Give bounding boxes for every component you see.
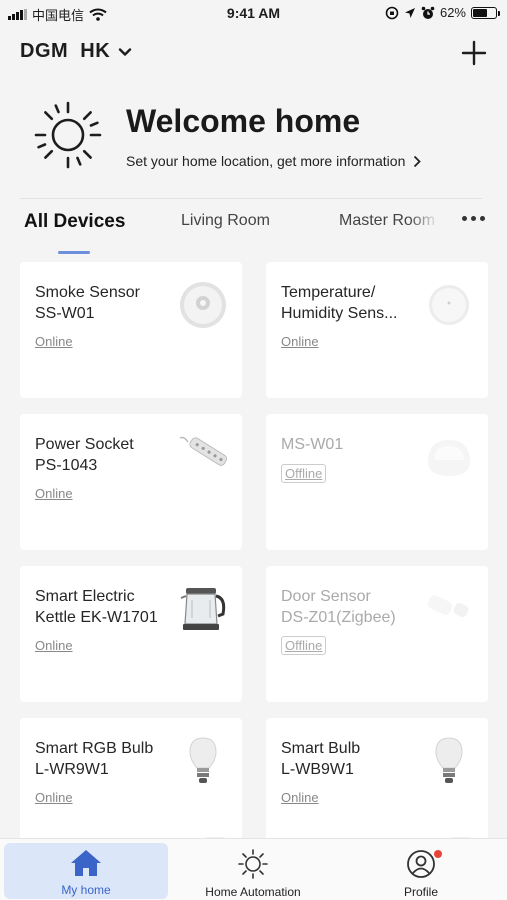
device-card[interactable]: MS-W01 Offline xyxy=(266,414,488,550)
chevron-down-icon xyxy=(118,47,132,56)
notification-dot xyxy=(434,850,442,858)
door-sensor-icon xyxy=(427,595,469,618)
device-status: Offline xyxy=(281,464,327,483)
more-icon[interactable] xyxy=(462,216,485,221)
tab-living-room[interactable]: Living Room xyxy=(181,212,270,230)
motion-sensor-icon xyxy=(428,440,470,476)
tab-master-room[interactable]: Master Room xyxy=(339,212,439,230)
alarm-icon xyxy=(421,6,435,19)
device-status: Online xyxy=(35,638,73,653)
device-status: Online xyxy=(281,334,319,349)
device-name: Temperature/ Humidity Sens... xyxy=(281,284,398,322)
device-name: Power Socket PS-1043 xyxy=(35,436,134,474)
temperature-humidity-sensor-icon xyxy=(429,285,469,325)
chevron-right-icon xyxy=(414,155,422,167)
bulb-icon xyxy=(435,737,463,783)
device-card[interactable]: Temperature/ Humidity Sens... Online xyxy=(266,262,488,398)
device-card[interactable]: Smart Bulb L-WB9W1 Online xyxy=(266,718,488,857)
device-status: Offline xyxy=(281,636,327,655)
device-name: MS-W01 xyxy=(281,436,344,453)
nav-label: Home Automation xyxy=(205,885,301,899)
nav-label: My home xyxy=(61,883,111,897)
plus-icon[interactable] xyxy=(461,40,487,66)
device-card[interactable]: Power Socket PS-1043 Online xyxy=(20,414,242,550)
power-strip-icon xyxy=(179,436,228,466)
device-name: Smoke Sensor SS-W01 xyxy=(35,284,140,322)
nav-label: Profile xyxy=(403,885,438,899)
nav-profile[interactable]: Profile xyxy=(339,843,503,899)
device-status: Online xyxy=(35,486,73,501)
bulb-icon xyxy=(189,737,217,783)
home-name: DGM HK xyxy=(20,40,111,62)
location-icon xyxy=(404,7,415,18)
home-selector[interactable]: DGM HK xyxy=(20,40,132,63)
bottom-nav: My home Home Automation Profile xyxy=(0,838,507,900)
welcome-banner[interactable]: Welcome home Set your home location, get… xyxy=(20,95,482,199)
battery-icon xyxy=(471,6,500,19)
device-card[interactable]: Smart RGB Bulb L-WR9W1 Online xyxy=(20,718,242,857)
device-status: Online xyxy=(35,334,73,349)
device-status: Online xyxy=(281,790,319,805)
device-card[interactable]: Smoke Sensor SS-W01 Online xyxy=(20,262,242,398)
home-icon xyxy=(71,850,101,876)
status-bar: 中国电信 9:41 AM 62% xyxy=(0,0,507,28)
active-tab-indicator xyxy=(58,251,90,254)
device-card[interactable]: Door Sensor DS-Z01(Zigbee) Offline xyxy=(266,566,488,702)
kettle-icon xyxy=(180,588,226,630)
device-name: Smart RGB Bulb L-WR9W1 xyxy=(35,740,154,778)
room-tabs: All Devices Living Room Master Room xyxy=(0,200,507,260)
welcome-title: Welcome home xyxy=(126,103,361,139)
device-status: Online xyxy=(35,790,73,805)
device-name: Smart Electric Kettle EK-W1701 xyxy=(35,588,158,626)
nav-home-automation[interactable]: Home Automation xyxy=(171,843,335,899)
smoke-sensor-icon xyxy=(180,282,226,328)
device-name: Door Sensor DS-Z01(Zigbee) xyxy=(281,588,396,626)
device-card[interactable]: Smart Electric Kettle EK-W1701 Online xyxy=(20,566,242,702)
tab-all-devices[interactable]: All Devices xyxy=(24,211,125,233)
profile-icon xyxy=(407,850,435,878)
status-right: 62% xyxy=(385,5,500,20)
welcome-subtitle-link[interactable]: Set your home location, get more informa… xyxy=(126,153,422,169)
sun-icon xyxy=(34,101,102,169)
battery-percent: 62% xyxy=(439,5,466,20)
welcome-subtitle: Set your home location, get more informa… xyxy=(126,153,406,169)
sun-icon xyxy=(238,849,268,879)
device-name: Smart Bulb L-WB9W1 xyxy=(281,740,361,778)
nav-my-home[interactable]: My home xyxy=(4,843,168,899)
orientation-lock-icon xyxy=(385,6,399,19)
